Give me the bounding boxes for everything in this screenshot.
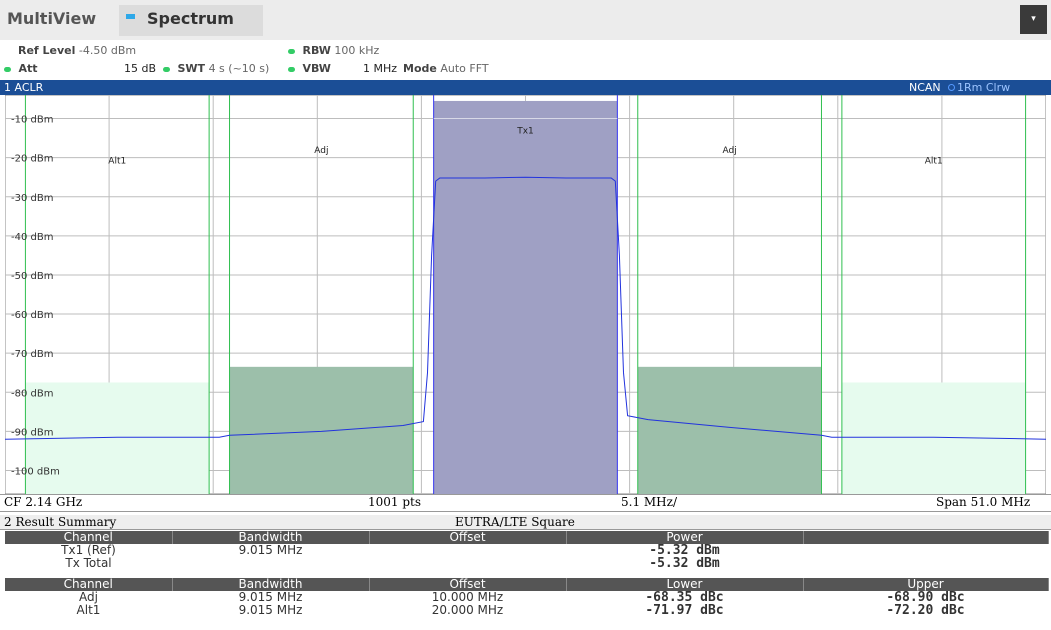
vbw-value: 1 MHz [363, 62, 398, 75]
bandwidth-cell: 9.015 MHz [172, 544, 369, 557]
y-tick-label: -20 dBm [11, 154, 53, 165]
swt-label: SWT [177, 62, 206, 75]
swt-setting[interactable]: SWT 4 s (~10 s) [163, 62, 269, 75]
column-header: Channel [5, 578, 173, 591]
upper-cell: -68.90 dBc [803, 591, 1048, 604]
bandwidth-cell: 9.015 MHz [172, 591, 369, 604]
table-row[interactable]: Tx1 (Ref) 9.015 MHz -5.32 dBm [5, 544, 1048, 557]
channel-cell: Adj [5, 591, 172, 604]
bandwidth-cell [172, 557, 369, 570]
frequency-per-division: 5.1 MHz/ [621, 495, 678, 509]
offset-cell: 10.000 MHz [369, 591, 566, 604]
y-tick-label: -30 dBm [11, 193, 53, 204]
table-header-row: Channel Bandwidth Offset Power [5, 531, 1049, 544]
sweep-points: 1001 pts [368, 495, 422, 509]
frequency-span: Span 51.0 MHz [936, 495, 1031, 509]
lower-cell: -68.35 dBc [566, 591, 803, 604]
channel-bar-adj [229, 366, 414, 494]
rbw-coupled-dot-icon [288, 48, 295, 54]
column-header: Offset [369, 578, 567, 591]
empty-cell [803, 557, 1048, 570]
power-cell: -5.32 dBm [566, 544, 803, 557]
trace-mode-label: 1Rm Clrw [957, 81, 1011, 94]
vbw-coupled-dot-icon [288, 66, 295, 72]
mode-setting[interactable]: Mode Auto FFT [403, 62, 489, 75]
att-value: 15 dB [124, 62, 157, 75]
channel-bar-adj [637, 366, 822, 494]
table-row[interactable]: Adj 9.015 MHz 10.000 MHz -68.35 dBc -68.… [5, 591, 1048, 604]
standard-label: EUTRA/LTE Square [455, 515, 575, 529]
y-tick-label: -70 dBm [11, 349, 53, 360]
spectrum-tab-icon [126, 14, 135, 19]
channel-label-alt1: Alt1 [108, 157, 126, 167]
ref-level-setting[interactable]: Ref Level -4.50 dBm [18, 44, 136, 57]
bandwidth-cell: 9.015 MHz [172, 604, 369, 617]
aclr-spectrum-plot[interactable]: -10 dBm -20 dBm -30 dBm -40 dBm -50 dBm -60 d… [5, 95, 1046, 494]
rbw-setting[interactable]: RBW 100 kHz [288, 44, 379, 57]
channel-cell: Tx1 (Ref) [5, 544, 172, 557]
result-summary-adjacent-table: Channel Bandwidth Offset Lower Upper Adj… [5, 578, 1049, 617]
power-cell: -5.32 dBm [566, 557, 803, 570]
window-1-header[interactable]: 1 ACLR NCAN 1Rm Clrw [0, 80, 1051, 95]
swt-coupled-dot-icon [163, 66, 170, 72]
y-tick-label: -80 dBm [11, 388, 53, 399]
channel-label-adj: Adj [723, 146, 737, 156]
app-title: MultiView [7, 9, 97, 28]
mode-label: Mode [403, 62, 437, 75]
column-header: Channel [5, 531, 173, 544]
y-tick-label: -100 dBm [11, 466, 60, 477]
table-header-row: Channel Bandwidth Offset Lower Upper [5, 578, 1049, 591]
center-frequency: CF 2.14 GHz [4, 495, 83, 509]
channel-bar-tx1 [433, 100, 618, 494]
y-tick-label: -40 dBm [11, 232, 53, 243]
y-tick-label: -90 dBm [11, 427, 53, 438]
channel-label-tx1: Tx1 [516, 126, 534, 136]
table-row[interactable]: Tx Total -5.32 dBm [5, 557, 1048, 570]
column-header: Bandwidth [172, 531, 370, 544]
swt-value: 4 s (~10 s) [208, 62, 270, 75]
column-header: Bandwidth [172, 578, 370, 591]
window-2-header[interactable]: 2 Result Summary EUTRA/LTE Square [0, 515, 1051, 530]
window-1-title: 1 ACLR [4, 81, 44, 94]
ncan-label: NCAN [909, 81, 941, 94]
window-2-title: 2 Result Summary [4, 515, 117, 529]
window-1-footer: CF 2.14 GHz 1001 pts 5.1 MHz/ Span 51.0 … [0, 494, 1051, 512]
att-label: Att [18, 62, 38, 75]
offset-cell [369, 557, 566, 570]
column-header: Power [566, 531, 804, 544]
empty-cell [803, 544, 1048, 557]
lower-cell: -71.97 dBc [566, 604, 803, 617]
column-header: Lower [566, 578, 804, 591]
upper-cell: -72.20 dBc [803, 604, 1048, 617]
y-tick-label: -50 dBm [11, 271, 53, 282]
channel-label-adj: Adj [314, 146, 328, 156]
result-summary-tx-table: Channel Bandwidth Offset Power Tx1 (Ref)… [5, 531, 1049, 570]
vbw-label: VBW [302, 62, 331, 75]
channel-cell: Alt1 [5, 604, 172, 617]
offset-cell [369, 544, 566, 557]
offset-cell: 20.000 MHz [369, 604, 566, 617]
channel-label-alt1: Alt1 [925, 157, 943, 167]
rbw-value: 100 kHz [334, 44, 380, 57]
mode-value: Auto FFT [440, 62, 489, 75]
y-tick-label: -60 dBm [11, 310, 53, 321]
att-setting[interactable]: Att [4, 62, 38, 75]
vbw-setting[interactable]: VBW [288, 62, 331, 75]
rbw-label: RBW [302, 44, 331, 57]
ref-level-label: Ref Level [18, 44, 76, 57]
tab-spectrum-label[interactable]: Spectrum [147, 9, 234, 28]
column-header [803, 531, 1049, 544]
ref-level-value: -4.50 dBm [78, 44, 137, 57]
table-row[interactable]: Alt1 9.015 MHz 20.000 MHz -71.97 dBc -72… [5, 604, 1048, 617]
column-header: Upper [803, 578, 1049, 591]
y-tick-label: -10 dBm [11, 115, 53, 126]
trace-indicator-icon [948, 84, 955, 91]
column-header: Offset [369, 531, 567, 544]
channel-cell: Tx Total [5, 557, 172, 570]
dropdown-menu-button[interactable]: ▾ [1020, 5, 1047, 34]
att-coupled-dot-icon [4, 66, 11, 72]
